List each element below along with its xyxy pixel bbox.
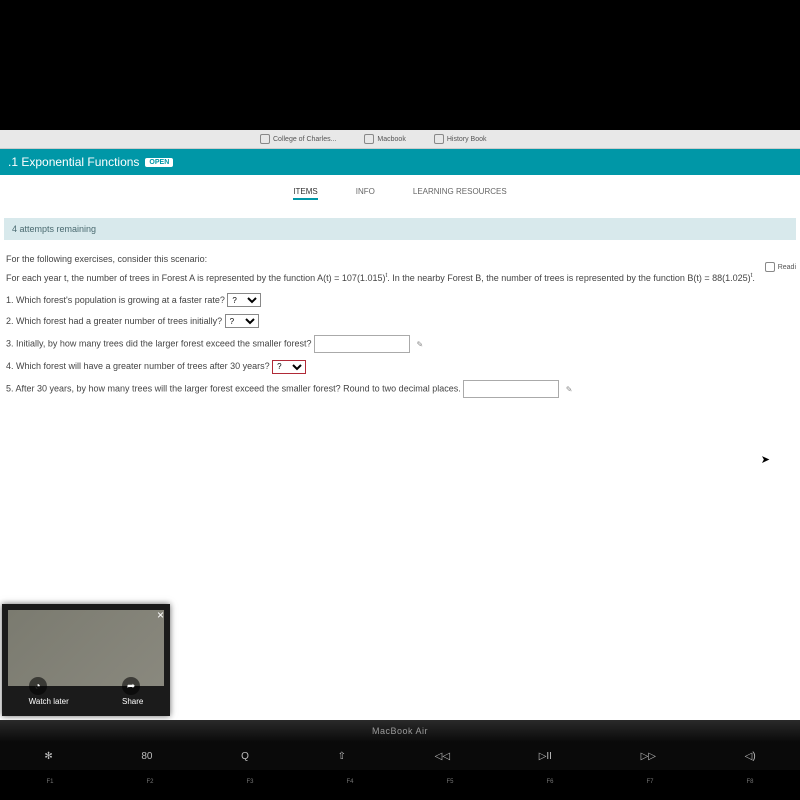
key: F7	[646, 779, 653, 785]
tab-label: History Book	[447, 136, 487, 143]
key: F5	[446, 779, 453, 785]
browser-tab[interactable]: Macbook	[364, 134, 405, 144]
key: ⇧	[338, 751, 346, 762]
key: ▷▷	[641, 751, 656, 762]
close-icon[interactable]: ×	[157, 608, 164, 622]
status-badge: OPEN	[145, 158, 173, 167]
question-3: 3. Initially, by how many trees did the …	[6, 335, 794, 353]
content-tabs: ITEMS INFO LEARNING RESOURCES	[0, 175, 800, 208]
pencil-icon[interactable]: ✎	[417, 340, 424, 349]
laptop-bezel-label: MacBook Air	[0, 720, 800, 742]
keyboard-fn-row: F1 F2 F3 F4 F5 F6 F7 F8	[0, 772, 800, 792]
answer-input-q5[interactable]	[463, 380, 559, 398]
attempts-remaining: 4 attempts remaining	[4, 218, 796, 240]
key: F4	[346, 779, 353, 785]
question-text: 4. Which forest will have a greater numb…	[6, 361, 270, 371]
list-icon	[765, 262, 775, 272]
key: F2	[146, 779, 153, 785]
tab-items[interactable]: ITEMS	[293, 187, 317, 200]
key: ▷II	[539, 751, 552, 762]
share-icon: ➦	[122, 677, 140, 695]
tab-info[interactable]: INFO	[356, 187, 375, 200]
key: ◁)	[745, 751, 756, 762]
tab-resources[interactable]: LEARNING RESOURCES	[413, 187, 507, 200]
key: ◁◁	[435, 751, 450, 762]
question-1: 1. Which forest's population is growing …	[6, 293, 794, 308]
tab-label: Macbook	[377, 136, 405, 143]
assignment-header: .1 Exponential Functions OPEN	[0, 149, 800, 175]
scenario-functions: For each year t, the number of trees in …	[6, 271, 794, 286]
question-4: 4. Which forest will have a greater numb…	[6, 359, 794, 374]
question-5: 5. After 30 years, by how many trees wil…	[6, 380, 794, 398]
key: Q	[241, 751, 249, 762]
key: 80	[141, 751, 152, 762]
answer-select-q1[interactable]: ?	[227, 293, 261, 307]
key: ✻	[44, 751, 52, 762]
mouse-cursor-icon: ➤	[761, 453, 770, 466]
reading-list-button[interactable]: Readi	[765, 262, 796, 272]
key: F3	[246, 779, 253, 785]
answer-input-q3[interactable]	[314, 335, 410, 353]
tab-icon	[260, 134, 270, 144]
key: F8	[746, 779, 753, 785]
browser-tabbar: College of Charles... Macbook History Bo…	[0, 130, 800, 149]
pencil-icon[interactable]: ✎	[566, 385, 573, 394]
question-text: 5. After 30 years, by how many trees wil…	[6, 384, 461, 394]
key: F1	[46, 779, 53, 785]
video-thumbnail[interactable]	[8, 610, 164, 686]
tab-label: College of Charles...	[273, 136, 336, 143]
video-overlay: × ◔ Watch later ➦ Share	[2, 604, 170, 716]
clock-icon: ◔	[29, 677, 47, 695]
question-2: 2. Which forest had a greater number of …	[6, 314, 794, 329]
answer-select-q2[interactable]: ?	[225, 314, 259, 328]
answer-select-q4[interactable]: ?	[272, 360, 306, 374]
scenario-intro: For the following exercises, consider th…	[6, 252, 794, 267]
key: F6	[546, 779, 553, 785]
share-button[interactable]: ➦ Share	[122, 677, 143, 706]
watch-later-button[interactable]: ◔ Watch later	[29, 677, 69, 706]
question-content: For the following exercises, consider th…	[0, 240, 800, 412]
turned-in-label: Turned	[771, 286, 796, 295]
browser-tab[interactable]: History Book	[434, 134, 487, 144]
assignment-title: .1 Exponential Functions	[8, 155, 139, 169]
question-text: 1. Which forest's population is growing …	[6, 295, 225, 305]
tab-icon	[434, 134, 444, 144]
tab-icon	[364, 134, 374, 144]
question-text: 3. Initially, by how many trees did the …	[6, 339, 311, 349]
question-text: 2. Which forest had a greater number of …	[6, 316, 222, 326]
keyboard-media-row: ✻ 80 Q ⇧ ◁◁ ▷II ▷▷ ◁)	[0, 742, 800, 770]
browser-tab[interactable]: College of Charles...	[260, 134, 336, 144]
